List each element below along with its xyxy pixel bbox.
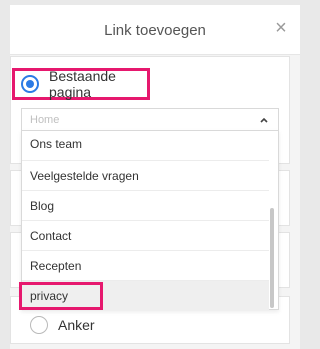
page-dropdown-list[interactable]: Ons team Veelgestelde vragen Blog Contac… [21,130,279,311]
dropdown-option[interactable]: Contact [22,221,269,251]
existing-page-radio-option[interactable]: Bestaande pagina [12,68,150,100]
dropdown-option[interactable]: Blog [22,191,269,221]
existing-page-label: Bestaande pagina [49,68,116,100]
anchor-label: Anker [58,317,95,333]
radio-unchecked-icon[interactable] [30,316,48,334]
dropdown-option[interactable]: Ons team [22,131,269,161]
dropdown-option-privacy[interactable]: privacy [22,281,269,311]
dialog-title: Link toevoegen [104,22,206,39]
dropdown-option[interactable]: Veelgestelde vragen [22,161,269,191]
chevron-up-icon [260,117,268,123]
close-icon[interactable]: × [270,17,292,39]
anchor-radio-option[interactable]: Anker [30,316,95,334]
page-select[interactable]: Home [21,108,279,132]
page-select-value: Home [30,114,60,126]
dropdown-option[interactable]: Recepten [22,251,269,281]
dialog-header: Link toevoegen × [10,5,300,55]
dropdown-scrollbar[interactable] [270,208,274,308]
radio-checked-icon[interactable] [21,75,39,93]
